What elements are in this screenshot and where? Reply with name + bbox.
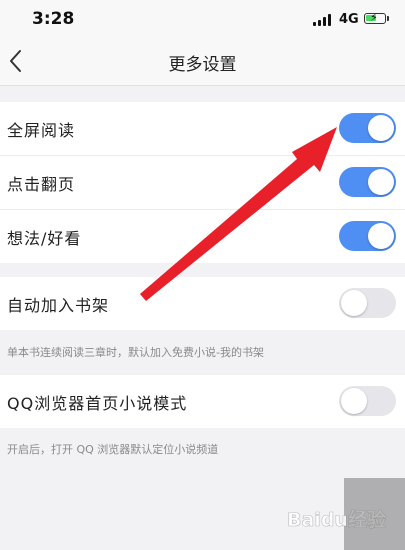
settings-group-bookshelf: 自动加入书架: [0, 277, 405, 330]
thoughts-toggle[interactable]: [339, 221, 396, 251]
svg-text:Baidu经验: Baidu经验: [287, 508, 387, 531]
page-title: 更多设置: [168, 55, 237, 75]
network-label: 4G: [339, 12, 359, 27]
tap-page-toggle[interactable]: [339, 167, 396, 197]
status-bar: 3:28 4G ⚡: [0, 0, 405, 38]
setting-label: QQ浏览器首页小说模式: [7, 394, 188, 413]
browser-novel-mode-toggle[interactable]: [339, 386, 396, 416]
signal-bars-icon: [313, 14, 333, 26]
battery-charging-icon: ⚡: [364, 11, 386, 24]
auto-bookshelf-toggle[interactable]: [339, 288, 396, 318]
browser-novel-mode-note: 开启后，打开 QQ 浏览器默认定位小说频道: [7, 443, 219, 456]
auto-bookshelf-note: 单本书连续阅读三章时，默认加入免费小说-我的书架: [7, 346, 264, 359]
fullscreen-toggle[interactable]: [339, 113, 396, 143]
settings-screen: 3:28 4G ⚡ 更多设置 全屏阅读 点击翻页 想法/好看 自动加入书架 单本…: [0, 0, 405, 550]
nav-bar: 更多设置: [0, 38, 405, 86]
settings-group-browser: QQ浏览器首页小说模式: [0, 375, 405, 428]
settings-group-reading: 全屏阅读 点击翻页 想法/好看: [0, 102, 405, 263]
status-time: 3:28: [32, 9, 75, 29]
setting-row-thoughts: 想法/好看: [0, 210, 405, 263]
setting-label: 点击翻页: [7, 175, 76, 194]
setting-row-fullscreen: 全屏阅读: [0, 102, 405, 156]
setting-row-auto-bookshelf: 自动加入书架: [0, 277, 405, 330]
setting-label: 全屏阅读: [7, 121, 76, 140]
setting-row-browser-novel-mode: QQ浏览器首页小说模式: [0, 375, 405, 428]
setting-label: 想法/好看: [7, 229, 82, 248]
setting-row-tap-page: 点击翻页: [0, 156, 405, 210]
setting-label: 自动加入书架: [7, 296, 110, 315]
battery-cap: [387, 16, 389, 21]
baidu-watermark-logo: Baidu经验: [287, 508, 388, 532]
